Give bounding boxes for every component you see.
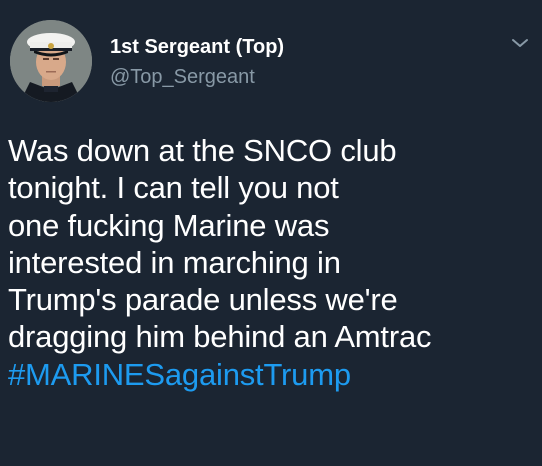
tweet-menu-button[interactable] — [510, 36, 530, 50]
tweet-text: Was down at the SNCO club tonight. I can… — [8, 132, 538, 393]
tweet-text-line: Was down at the SNCO club — [8, 133, 397, 168]
avatar[interactable] — [10, 20, 92, 102]
tweet-text-line: Trump's parade unless we're — [8, 282, 398, 318]
tweet-text-line: dragging him behind an Amtrac — [8, 319, 432, 355]
tweet-text-line: one fucking Marine was — [8, 207, 330, 243]
avatar-portrait-icon — [10, 20, 92, 102]
display-name[interactable]: 1st Sergeant (Top) — [110, 36, 284, 59]
tweet-text-line: tonight. I can tell you not — [8, 170, 339, 206]
tweet-card: 1st Sergeant (Top) @Top_Sergeant Was dow… — [0, 0, 542, 466]
user-handle[interactable]: @Top_Sergeant — [110, 66, 255, 89]
chevron-down-icon — [512, 39, 528, 47]
tweet-text-line: interested in marching in — [8, 244, 341, 280]
hashtag-link[interactable]: #MARINESagainstTrump — [8, 356, 538, 393]
